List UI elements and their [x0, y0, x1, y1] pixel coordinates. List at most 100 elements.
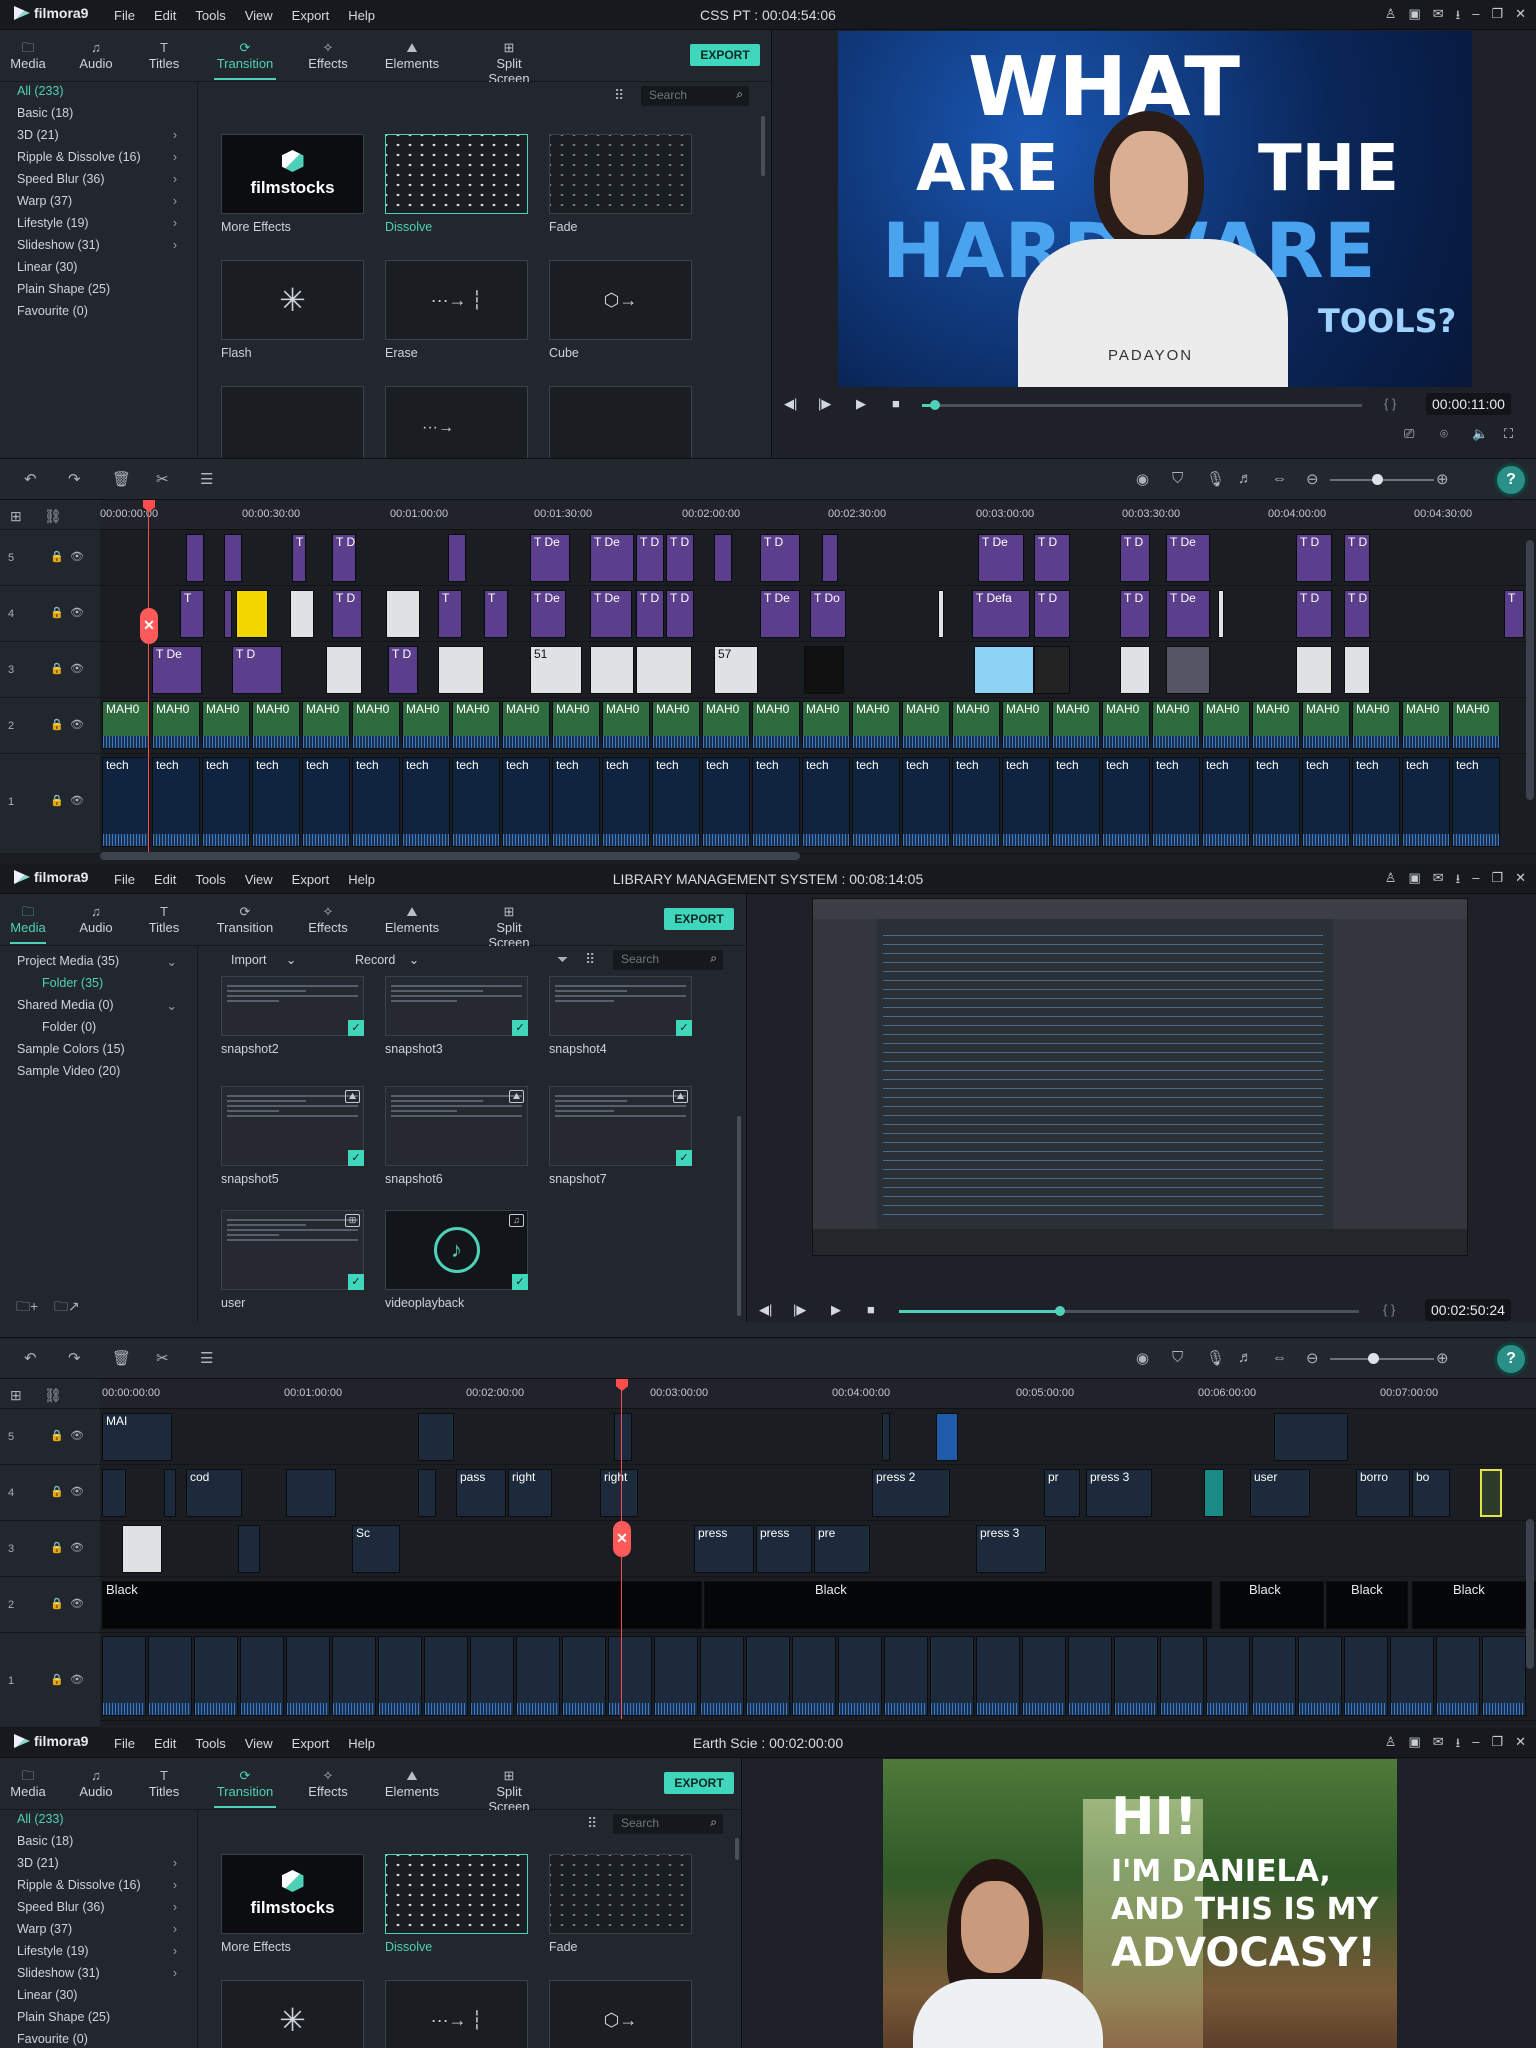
eye-icon[interactable]: 👁 — [70, 1597, 84, 1610]
mark-in-out-icon[interactable]: { } — [1383, 1302, 1395, 1317]
menu-tools[interactable]: Tools — [195, 8, 225, 23]
tab-elements[interactable]: ⛰ Elements — [384, 40, 440, 80]
eye-icon[interactable]: 👁 — [70, 1485, 84, 1498]
category-plain-shape[interactable]: Plain Shape (25) — [17, 282, 177, 296]
screen-clip[interactable] — [102, 1469, 126, 1517]
menu-export[interactable]: Export — [292, 8, 330, 23]
screen-clip[interactable]: cod — [186, 1469, 242, 1517]
title-clip[interactable]: T D — [1344, 590, 1370, 638]
video-clip[interactable] — [1252, 1636, 1296, 1716]
dissolve-thumbnail[interactable] — [385, 1854, 528, 1934]
seek-knob[interactable] — [930, 400, 941, 410]
video-clip[interactable] — [746, 1636, 790, 1716]
media-thumbnail[interactable]: ⛰ — [385, 1086, 528, 1166]
screen-clip[interactable] — [164, 1469, 176, 1517]
title-clip[interactable] — [822, 534, 838, 582]
adjust-icon[interactable]: ☰ — [200, 470, 213, 488]
new-folder-icon[interactable]: 🗀+ — [16, 1296, 38, 1320]
grid-scrollbar[interactable] — [735, 1838, 739, 1860]
video-clip[interactable]: MAH0 — [802, 701, 850, 749]
title-clip[interactable] — [224, 590, 232, 638]
folder-project-folder[interactable]: Folder (35) — [42, 976, 177, 990]
title-clip[interactable]: T D — [1296, 534, 1332, 582]
screen-clip[interactable]: press 3 — [1086, 1469, 1152, 1517]
video-clip[interactable]: tech — [1102, 757, 1150, 847]
redo-icon[interactable]: ↷ — [68, 1349, 81, 1367]
erase-thumbnail[interactable]: ···→ ┆ — [385, 1980, 528, 2048]
mark-in-out-icon[interactable]: { } — [1384, 396, 1396, 411]
screen-clip[interactable]: user — [1250, 1469, 1310, 1517]
video-clip[interactable]: MAH0 — [652, 701, 700, 749]
undo-icon[interactable]: ↶ — [24, 470, 37, 488]
menu-tools[interactable]: Tools — [195, 872, 225, 887]
eye-icon[interactable]: 👁 — [70, 1429, 84, 1442]
zoom-in-icon[interactable]: ⊕ — [1436, 1349, 1449, 1367]
zoom-in-icon[interactable]: ⊕ — [1436, 470, 1449, 488]
video-clip[interactable] — [930, 1636, 974, 1716]
video-clip[interactable]: MAH0 — [902, 701, 950, 749]
video-clip[interactable] — [1206, 1636, 1250, 1716]
timeline-vertical-scrollbar[interactable] — [1526, 1519, 1534, 1669]
video-clip[interactable]: MAH0 — [452, 701, 500, 749]
account-icon[interactable]: ♙ — [1385, 6, 1397, 28]
seek-knob[interactable] — [1055, 1306, 1065, 1316]
image-clip[interactable] — [974, 646, 1034, 694]
screen-clip[interactable]: pass — [456, 1469, 506, 1517]
export-button[interactable]: EXPORT — [664, 908, 734, 930]
image-clip[interactable] — [1166, 646, 1210, 694]
category-3d[interactable]: 3D (21) › — [17, 128, 177, 142]
video-clip[interactable]: tech — [1452, 757, 1500, 847]
download-icon[interactable]: ⭳ — [1456, 1734, 1461, 1756]
unlink-icon[interactable]: ⛓ — [44, 1387, 62, 1404]
snapshot-icon[interactable]: ⌾ — [1440, 426, 1448, 442]
video-clip[interactable] — [240, 1636, 284, 1716]
video-clip[interactable]: tech — [1002, 757, 1050, 847]
search-input[interactable]: Search ⌕ — [613, 950, 723, 970]
black-clip[interactable]: Black — [102, 1581, 702, 1629]
category-favourite[interactable]: Favourite (0) — [17, 304, 177, 318]
zoom-out-icon[interactable]: ⊖ — [1306, 1349, 1319, 1367]
title-clip[interactable]: T D — [666, 534, 694, 582]
tab-audio[interactable]: ♫ Audio — [78, 40, 114, 80]
title-clip[interactable]: T D — [636, 534, 664, 582]
video-clip[interactable]: MAH0 — [152, 701, 200, 749]
flash-thumbnail[interactable]: ✳ — [221, 1980, 364, 2048]
render-icon[interactable]: ⎚ — [1404, 426, 1414, 442]
title-clip[interactable]: T De — [590, 534, 634, 582]
filmstocks-thumbnail[interactable]: filmstocks — [221, 134, 364, 214]
title-clip[interactable]: T D — [760, 534, 800, 582]
video-clip[interactable]: MAH0 — [202, 701, 250, 749]
video-clip[interactable]: MAH0 — [1102, 701, 1150, 749]
zoom-slider[interactable] — [1330, 1358, 1434, 1360]
zoom-knob[interactable] — [1372, 474, 1383, 485]
video-clip[interactable]: tech — [1252, 757, 1300, 847]
play-reverse-button[interactable]: |▶ — [793, 1302, 806, 1318]
video-clip[interactable]: tech — [1402, 757, 1450, 847]
restore-icon[interactable]: ❐ — [1491, 1734, 1503, 1756]
video-clip[interactable] — [148, 1636, 192, 1716]
account-icon[interactable]: ♙ — [1385, 1734, 1397, 1756]
lock-icon[interactable]: 🔒 — [50, 794, 64, 807]
restore-icon[interactable]: ❐ — [1491, 870, 1503, 892]
image-clip[interactable] — [1034, 646, 1070, 694]
grid-view-icon[interactable]: ⠿ — [585, 951, 595, 968]
lock-icon[interactable]: 🔒 — [50, 1429, 64, 1442]
category-all[interactable]: All (233) — [17, 1812, 177, 1826]
minimize-icon[interactable]: – — [1472, 6, 1479, 28]
move-folder-icon[interactable]: 🗀↗ — [54, 1296, 80, 1320]
video-clip[interactable]: tech — [252, 757, 300, 847]
menu-view[interactable]: View — [245, 1736, 273, 1751]
category-linear[interactable]: Linear (30) — [17, 260, 177, 274]
title-clip[interactable]: T De — [590, 590, 632, 638]
folder-sample-video[interactable]: Sample Video (20) — [17, 1064, 177, 1078]
tab-split-screen[interactable]: ⊞ Split Screen — [474, 40, 544, 86]
restore-icon[interactable]: ❐ — [1491, 6, 1503, 28]
black-clip[interactable]: Black — [704, 1581, 1212, 1629]
screen-clip[interactable]: pr — [1044, 1469, 1080, 1517]
video-clip[interactable] — [1160, 1636, 1204, 1716]
stop-button[interactable]: ■ — [892, 396, 900, 411]
video-clip[interactable]: MAH0 — [1052, 701, 1100, 749]
screen-clip[interactable]: pre — [814, 1525, 870, 1573]
menu-tools[interactable]: Tools — [195, 1736, 225, 1751]
split-playhead-button[interactable]: ✕ — [613, 1521, 631, 1557]
